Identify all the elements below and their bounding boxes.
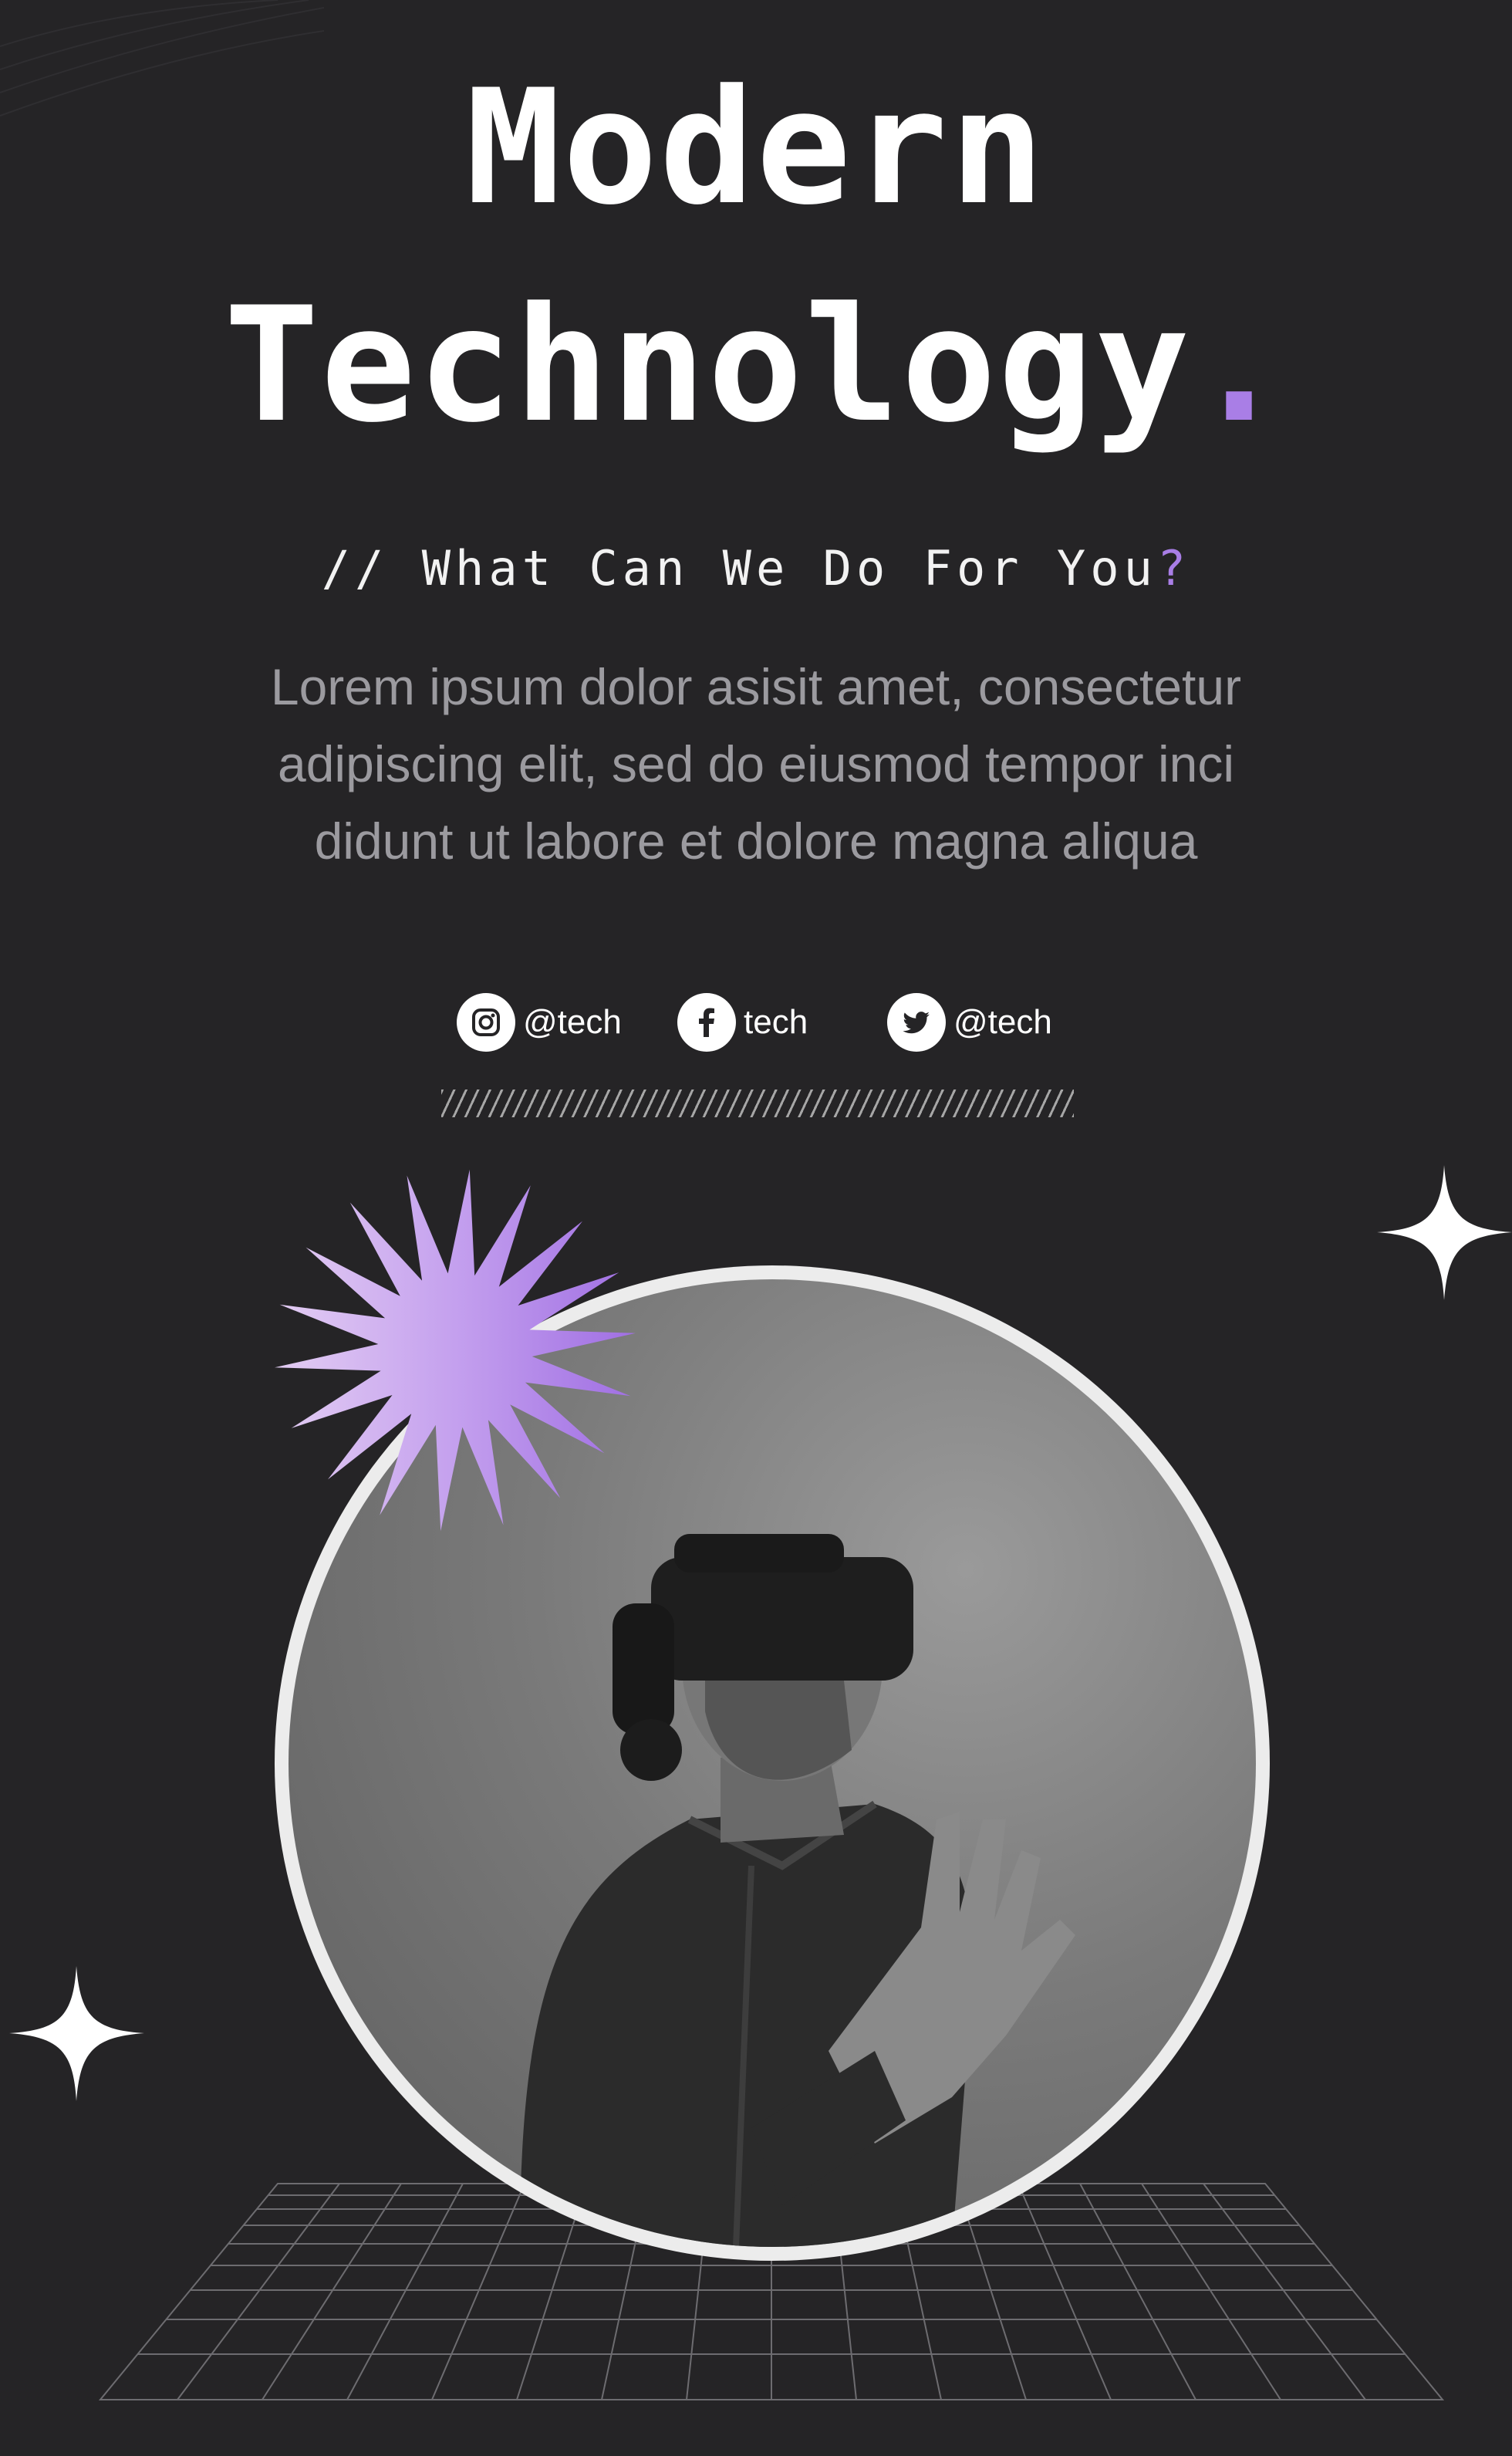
- hatched-divider: [441, 1089, 1074, 1117]
- subtitle-accent: ?: [1156, 540, 1191, 596]
- subtitle-text: // What Can We Do For You: [321, 540, 1157, 596]
- social-twitter-label: @tech: [953, 1003, 1052, 1041]
- sparkle-icon-right: [1377, 1165, 1512, 1300]
- social-facebook-label: tech: [744, 1003, 808, 1041]
- title-line-2-text: Technology: [224, 274, 1192, 458]
- body-line-3: didunt ut labore et dolore magna aliqua: [314, 812, 1198, 870]
- title-line-1-text: Modern: [465, 56, 1047, 240]
- starburst-shape: [275, 1169, 636, 1532]
- sparkle-icon-left: [9, 1966, 144, 2101]
- body-paragraph: Lorem ipsum dolor asisit amet, consectet…: [177, 648, 1335, 880]
- subtitle: // What Can We Do For You?: [0, 540, 1512, 596]
- social-instagram[interactable]: @tech: [457, 992, 622, 1053]
- body-line-1: Lorem ipsum dolor asisit amet, consectet…: [270, 658, 1242, 715]
- title-accent-dot: .: [1191, 274, 1288, 458]
- title-line-1: Modern: [0, 69, 1512, 228]
- social-facebook[interactable]: tech: [677, 992, 808, 1053]
- title-line-2: Technology.: [0, 287, 1512, 445]
- twitter-icon: [887, 993, 946, 1052]
- social-instagram-label: @tech: [523, 1003, 622, 1041]
- facebook-icon: [677, 993, 736, 1052]
- social-twitter[interactable]: @tech: [887, 992, 1052, 1053]
- body-line-2: adipiscing elit, sed do eiusmod tempor i…: [278, 735, 1234, 792]
- instagram-icon: [457, 993, 515, 1052]
